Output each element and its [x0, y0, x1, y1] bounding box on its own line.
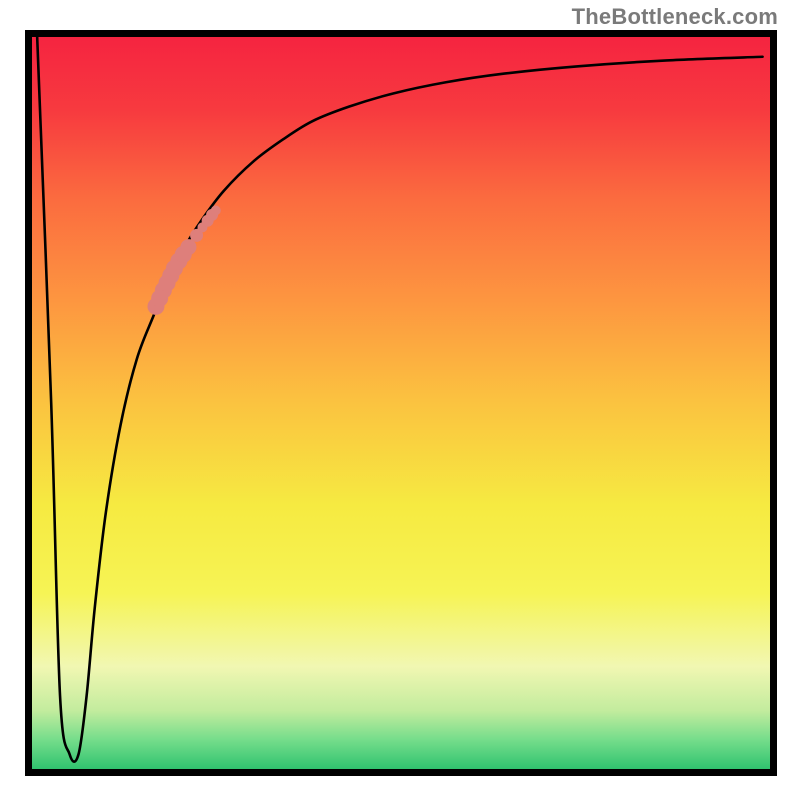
highlight-marker: [180, 239, 196, 255]
plot-svg: [32, 37, 770, 769]
watermark-text: TheBottleneck.com: [572, 4, 778, 30]
gradient-background: [32, 37, 770, 769]
plot-area: [32, 37, 770, 769]
chart-root: TheBottleneck.com: [0, 0, 800, 800]
highlight-marker: [211, 205, 221, 215]
plot-frame: [25, 30, 777, 776]
